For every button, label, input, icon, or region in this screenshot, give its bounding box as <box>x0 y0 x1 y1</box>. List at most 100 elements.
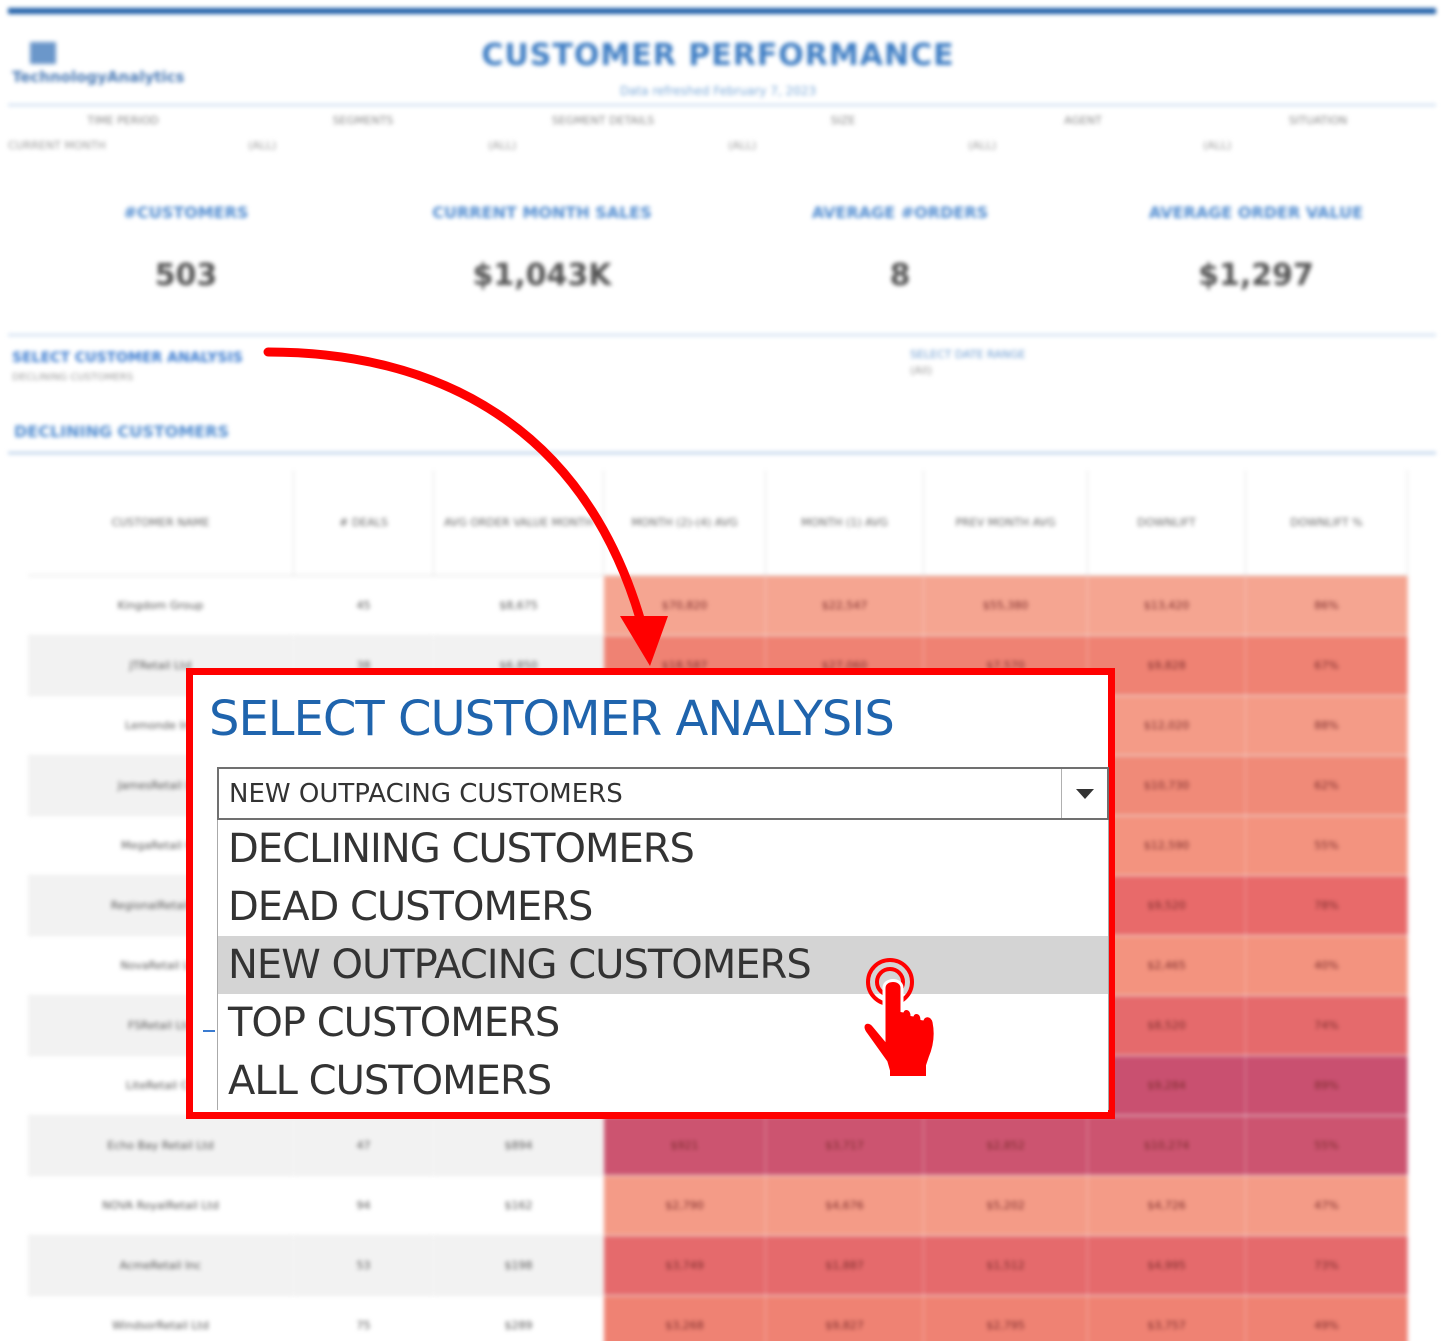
table-cell: $3,717 <box>766 1116 924 1175</box>
customer-analysis-select[interactable]: NEW OUTPACING CUSTOMERS <box>217 767 1109 820</box>
table-cell: 47% <box>1246 1176 1408 1235</box>
table-cell: 49% <box>1246 1296 1408 1341</box>
divider <box>8 334 1436 336</box>
table-cell: 55% <box>1246 816 1408 875</box>
table-cell: $10,274 <box>1088 1116 1246 1175</box>
table-header: CUSTOMER NAME # DEALS AVG ORDER VALUE MONT… <box>28 470 1408 576</box>
table-cell: $289 <box>434 1296 604 1341</box>
filter-bar: TIME PERIOD CURRENT MONTH SEGMENTS (ALL) S… <box>8 114 1436 160</box>
table-cell: 88% <box>1246 696 1408 755</box>
table-cell: $162 <box>434 1176 604 1235</box>
top-accent-bar <box>8 8 1436 14</box>
table-cell: $894 <box>434 1116 604 1175</box>
kpi-current-month-sales: CURRENT MONTH SALES $1,043K <box>432 203 652 293</box>
column-header[interactable]: AVG ORDER VALUE MONTH <box>434 470 604 575</box>
table-row[interactable]: AcmeRetail Inc 53 $198 $3,749 $1,887 $1,512 $4… <box>28 1236 1408 1296</box>
table-cell: AcmeRetail Inc <box>28 1236 294 1295</box>
table-cell: Echo Bay Retail Ltd <box>28 1116 294 1175</box>
table-cell: $70,820 <box>604 576 766 635</box>
table-cell: $2,852 <box>924 1116 1088 1175</box>
table-row[interactable]: WindsorRetail Ltd 75 $289 $3,268 $9,827 $2,79… <box>28 1296 1408 1341</box>
table-cell: NOVA RoyalRetail Ltd <box>28 1176 294 1235</box>
table-cell: WindsorRetail Ltd <box>28 1296 294 1341</box>
analysis-select-value[interactable]: DECLINING CUSTOMERS <box>12 372 133 383</box>
analysis-select-label: SELECT CUSTOMER ANALYSIS <box>12 350 243 366</box>
table-cell: $2,795 <box>924 1296 1088 1341</box>
page-subtitle: Data refreshed February 7, 2023 <box>619 84 817 98</box>
callout-title: SELECT CUSTOMER ANALYSIS <box>209 691 895 747</box>
divider <box>8 452 1436 454</box>
column-header[interactable]: MONTH (1) AVG <box>766 470 924 575</box>
logo-text: TechnologyAnalytics <box>12 68 185 86</box>
table-cell: 53 <box>294 1236 434 1295</box>
table-cell: 89% <box>1246 1056 1408 1115</box>
table-cell: $4,726 <box>1088 1176 1246 1235</box>
filter-segment-details[interactable]: SEGMENT DETAILS (ALL) <box>488 114 718 152</box>
column-header[interactable]: DOWNLIFT <box>1088 470 1246 575</box>
date-range-label: SELECT DATE RANGE <box>910 348 1026 361</box>
table-cell: $921 <box>604 1116 766 1175</box>
table-cell: $8,675 <box>434 576 604 635</box>
hand-cuff <box>890 1064 926 1076</box>
dropdown-button[interactable] <box>1061 769 1107 818</box>
table-cell: $5,202 <box>924 1176 1088 1235</box>
table-cell: $1,887 <box>766 1236 924 1295</box>
table-cell: 73% <box>1246 1236 1408 1295</box>
hand-pointer-icon <box>861 958 937 1078</box>
dropdown-options-list: DECLINING CUSTOMERS DEAD CUSTOMERS NEW O… <box>217 820 1109 1110</box>
table-cell: 62% <box>1246 756 1408 815</box>
table-cell: $13,420 <box>1088 576 1246 635</box>
table-cell: $3,749 <box>604 1236 766 1295</box>
option-new-outpacing-customers[interactable]: NEW OUTPACING CUSTOMERS <box>218 936 1108 994</box>
date-range-value[interactable]: (All) <box>910 364 932 377</box>
option-all-customers[interactable]: ALL CUSTOMERS <box>218 1052 1108 1110</box>
table-cell: $4,676 <box>766 1176 924 1235</box>
table-cell: 74% <box>1246 996 1408 1055</box>
section-title: DECLINING CUSTOMERS <box>14 422 230 441</box>
column-header[interactable]: # DEALS <box>294 470 434 575</box>
table-cell: Kingdom Group <box>28 576 294 635</box>
kpi-customers: #CUSTOMERS 503 <box>123 203 249 293</box>
table-cell: 40% <box>1246 936 1408 995</box>
kpi-average-order-value: AVERAGE ORDER VALUE $1,297 <box>1148 203 1364 293</box>
table-cell: 75 <box>294 1296 434 1341</box>
filter-situation[interactable]: SITUATION (ALL) <box>1203 114 1433 152</box>
option-dead-customers[interactable]: DEAD CUSTOMERS <box>218 878 1108 936</box>
zoom-callout: SELECT CUSTOMER ANALYSIS NEW OUTPACING C… <box>186 668 1115 1119</box>
table-cell: $4,995 <box>1088 1236 1246 1295</box>
column-header[interactable]: MONTH (2)-(4) AVG <box>604 470 766 575</box>
table-cell: 67% <box>1246 636 1408 695</box>
table-cell: $198 <box>434 1236 604 1295</box>
table-cell: 94 <box>294 1176 434 1235</box>
table-cell: 45 <box>294 576 434 635</box>
table-cell: $55,380 <box>924 576 1088 635</box>
connector-tick <box>203 1030 215 1032</box>
table-cell: 55% <box>1246 1116 1408 1175</box>
table-cell: $2,790 <box>604 1176 766 1235</box>
filter-segments[interactable]: SEGMENTS (ALL) <box>248 114 478 152</box>
filter-time-period[interactable]: TIME PERIOD CURRENT MONTH <box>8 114 238 152</box>
table-cell: $3,757 <box>1088 1296 1246 1341</box>
filter-size[interactable]: SIZE (ALL) <box>728 114 958 152</box>
table-row[interactable]: Kingdom Group 45 $8,675 $70,820 $22,547 $55,3… <box>28 576 1408 636</box>
divider <box>8 104 1436 106</box>
table-row[interactable]: Echo Bay Retail Ltd 47 $894 $921 $3,717 $2,85… <box>28 1116 1408 1176</box>
page-title: CUSTOMER PERFORMANCE <box>481 38 955 73</box>
kpi-average-orders: AVERAGE #ORDERS 8 <box>811 203 989 293</box>
logo-icon <box>30 42 56 64</box>
option-declining-customers[interactable]: DECLINING CUSTOMERS <box>218 820 1108 878</box>
column-header[interactable]: DOWNLIFT % <box>1246 470 1408 575</box>
filter-agent[interactable]: AGENT (ALL) <box>968 114 1198 152</box>
table-cell: 78% <box>1246 876 1408 935</box>
table-cell: 86% <box>1246 576 1408 635</box>
option-top-customers[interactable]: TOP CUSTOMERS <box>218 994 1108 1052</box>
table-cell: $22,547 <box>766 576 924 635</box>
table-cell: $9,827 <box>766 1296 924 1341</box>
table-cell: $1,512 <box>924 1236 1088 1295</box>
table-row[interactable]: NOVA RoyalRetail Ltd 94 $162 $2,790 $4,676 $5… <box>28 1176 1408 1236</box>
column-header[interactable]: CUSTOMER NAME <box>28 470 294 575</box>
table-cell: $3,268 <box>604 1296 766 1341</box>
select-current-value: NEW OUTPACING CUSTOMERS <box>229 779 623 809</box>
chevron-down-icon <box>1075 788 1094 799</box>
column-header[interactable]: PREV MONTH AVG <box>924 470 1088 575</box>
